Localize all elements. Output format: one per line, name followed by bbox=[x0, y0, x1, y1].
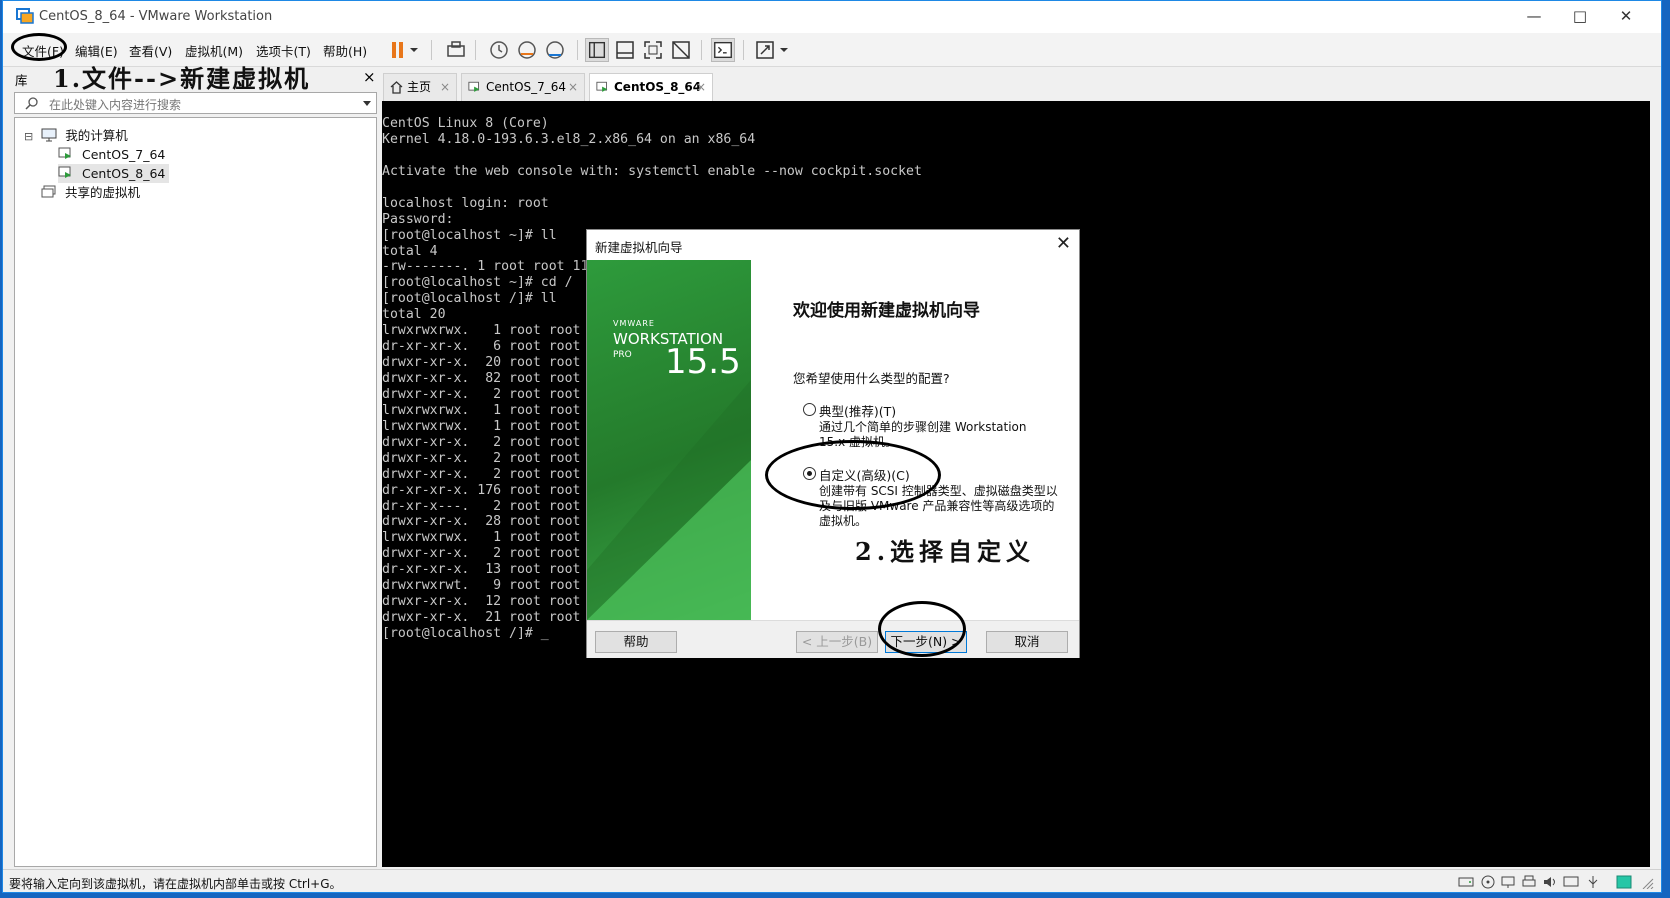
status-text: 要将输入定向到该虚拟机，请在虚拟机内部单击或按 Ctrl+G。 bbox=[9, 877, 342, 891]
dialog-close-icon[interactable]: ✕ bbox=[1056, 233, 1071, 254]
annotation-circle-custom bbox=[765, 440, 941, 510]
library-search[interactable]: 在此处键入内容进行搜索 bbox=[14, 92, 377, 114]
computer-icon bbox=[41, 128, 57, 142]
snapshot-manager-icon[interactable] bbox=[543, 38, 567, 62]
dialog-heading: 欢迎使用新建虚拟机向导 bbox=[793, 301, 980, 321]
window-title: CentOS_8_64 - VMware Workstation bbox=[39, 9, 273, 24]
cd-dvd-icon[interactable] bbox=[1480, 875, 1496, 889]
console-line: CentOS Linux 8 (Core) bbox=[382, 116, 549, 131]
tab-bar: 主页 × CentOS_7_64 × CentOS_8_64 × bbox=[383, 73, 1661, 101]
snapshot-icon[interactable] bbox=[487, 38, 511, 62]
tree-label: 我的计算机 bbox=[65, 128, 128, 143]
tab-close-icon[interactable]: × bbox=[440, 74, 450, 100]
title-bar: CentOS_8_64 - VMware Workstation — □ ✕ bbox=[3, 1, 1661, 33]
console-line: Activate the web console with: systemctl… bbox=[382, 163, 922, 179]
annotation-circle-file bbox=[11, 33, 67, 61]
sound-icon[interactable] bbox=[1542, 875, 1558, 889]
tree-item-centos8[interactable]: CentOS_8_64 bbox=[58, 164, 170, 183]
show-library-icon[interactable] bbox=[585, 38, 609, 62]
display-icon[interactable] bbox=[1563, 875, 1579, 889]
revert-snapshot-icon[interactable] bbox=[515, 38, 539, 62]
vmware-window: CentOS_8_64 - VMware Workstation — □ ✕ 文… bbox=[2, 0, 1662, 893]
banner-brand: VMWARE bbox=[613, 319, 655, 328]
network-icon[interactable] bbox=[1500, 875, 1516, 889]
tab-label: 主页 bbox=[407, 80, 432, 94]
vm-icon bbox=[58, 147, 71, 159]
library-title: 库 bbox=[15, 73, 28, 88]
tree-label: CentOS_7_64 bbox=[81, 147, 166, 162]
close-window-button[interactable]: ✕ bbox=[1603, 3, 1649, 29]
vmware-banner: VMWARE WORKSTATION PRO 15.5 bbox=[587, 260, 751, 620]
tab-label: CentOS_8_64 bbox=[614, 80, 702, 94]
usb-icon[interactable] bbox=[1585, 875, 1601, 889]
menu-view[interactable]: 查看(V) bbox=[129, 41, 172, 60]
annotation-step2: 2.选择自定义 bbox=[855, 537, 1036, 566]
console-line: Password: bbox=[382, 211, 454, 227]
printer-icon[interactable] bbox=[1521, 875, 1537, 889]
tab-close-icon[interactable]: × bbox=[568, 74, 578, 100]
thumbnail-bar-icon[interactable] bbox=[613, 38, 637, 62]
library-close-icon[interactable]: × bbox=[363, 68, 376, 86]
banner-version: 15.5 bbox=[665, 342, 741, 382]
tab-label: CentOS_7_64 bbox=[486, 80, 567, 94]
shared-vms-icon bbox=[41, 185, 56, 198]
radio-typical[interactable] bbox=[803, 403, 816, 416]
back-button[interactable]: < 上一步(B) bbox=[796, 631, 878, 653]
vm-icon bbox=[468, 81, 480, 92]
send-ctrl-alt-del-icon[interactable] bbox=[444, 38, 468, 62]
dialog-footer: 帮助 < 上一步(B) 下一步(N) > 取消 bbox=[587, 601, 1079, 658]
annotation-circle-next bbox=[878, 601, 966, 657]
help-button[interactable]: 帮助 bbox=[595, 631, 677, 653]
new-vm-wizard-dialog: 新建虚拟机向导 ✕ VMWARE WORKSTATION PRO 15.5 欢迎… bbox=[586, 229, 1080, 658]
message-log-icon[interactable] bbox=[1616, 875, 1632, 889]
annotation-step1: 1.文件-->新建虚拟机 bbox=[53, 64, 311, 93]
console-line: Kernel 4.18.0-193.6.3.el8_2.x86_64 on an… bbox=[382, 131, 756, 147]
banner-graphic bbox=[587, 380, 751, 620]
menu-vm[interactable]: 虚拟机(M) bbox=[185, 41, 243, 60]
search-icon bbox=[25, 97, 38, 110]
maximize-button[interactable]: □ bbox=[1557, 3, 1603, 29]
tab-close-icon[interactable]: × bbox=[696, 74, 706, 100]
tree-label: 共享的虚拟机 bbox=[64, 185, 140, 200]
resize-grip-icon[interactable] bbox=[1639, 875, 1655, 889]
tab-centos8[interactable]: CentOS_8_64 × bbox=[589, 73, 713, 101]
unity-icon[interactable] bbox=[669, 38, 693, 62]
search-input[interactable]: 在此处键入内容进行搜索 bbox=[49, 96, 181, 113]
cancel-button[interactable]: 取消 bbox=[986, 631, 1068, 653]
chevron-down-icon[interactable] bbox=[407, 38, 421, 62]
console-line: localhost login: root bbox=[382, 195, 549, 211]
tree-label: CentOS_8_64 bbox=[81, 166, 166, 181]
dialog-title: 新建虚拟机向导 bbox=[595, 240, 683, 255]
tree-expander-icon[interactable]: ⊟ bbox=[24, 130, 33, 143]
hard-disk-icon[interactable] bbox=[1458, 875, 1474, 889]
config-question: 您希望使用什么类型的配置? bbox=[793, 371, 950, 386]
stretch-icon[interactable] bbox=[753, 38, 777, 62]
vm-icon bbox=[58, 166, 71, 178]
banner-edition: PRO bbox=[613, 350, 632, 360]
vmware-app-icon bbox=[16, 8, 34, 24]
vm-icon bbox=[596, 81, 608, 92]
home-icon bbox=[390, 81, 403, 94]
tab-home[interactable]: 主页 × bbox=[383, 73, 457, 101]
menu-edit[interactable]: 编辑(E) bbox=[75, 41, 118, 60]
library-tree: ⊟ 我的计算机 CentOS_7_64 CentOS_8_64 共享的虚拟机 bbox=[14, 117, 377, 867]
menu-tabs[interactable]: 选项卡(T) bbox=[256, 41, 311, 60]
tree-item-my-computer[interactable]: ⊟ 我的计算机 bbox=[24, 126, 128, 145]
minimize-button[interactable]: — bbox=[1511, 3, 1557, 29]
fullscreen-icon[interactable] bbox=[641, 38, 665, 62]
tree-item-shared-vms[interactable]: 共享的虚拟机 bbox=[41, 183, 140, 202]
menu-help[interactable]: 帮助(H) bbox=[323, 41, 367, 60]
console-view-icon[interactable] bbox=[711, 38, 735, 62]
chevron-down-icon[interactable] bbox=[777, 38, 791, 62]
option-typical-label: 典型(推荐)(T) bbox=[819, 404, 897, 419]
tab-centos7[interactable]: CentOS_7_64 × bbox=[461, 73, 585, 101]
tree-item-centos7[interactable]: CentOS_7_64 bbox=[58, 145, 165, 164]
chevron-down-icon[interactable] bbox=[362, 100, 372, 108]
status-bar: 要将输入定向到该虚拟机，请在虚拟机内部单击或按 Ctrl+G。 bbox=[3, 869, 1661, 892]
dialog-body: 欢迎使用新建虚拟机向导 您希望使用什么类型的配置? 典型(推荐)(T) 通过几个… bbox=[751, 260, 1079, 620]
